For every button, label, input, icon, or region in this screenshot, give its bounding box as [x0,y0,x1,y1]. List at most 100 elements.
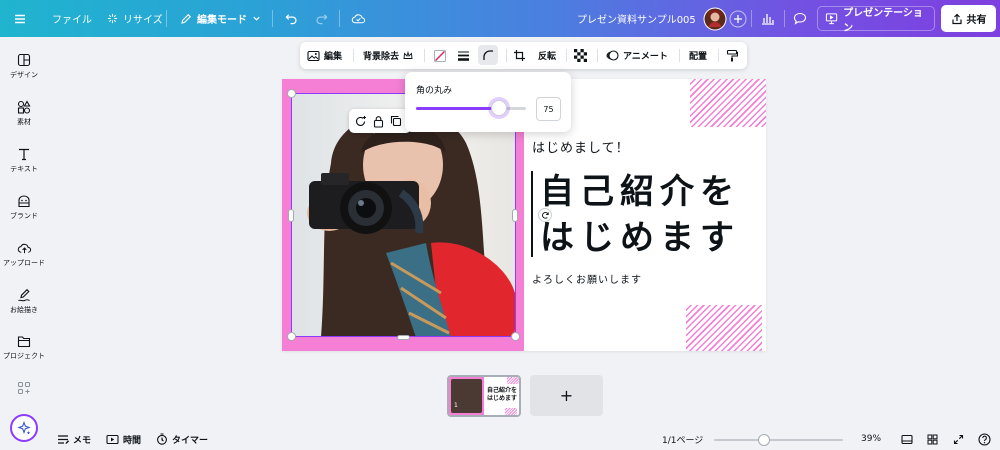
share-label: 共有 [966,15,987,26]
bg-remove-button[interactable]: 背景除去 [363,42,413,69]
resize-handle-left[interactable] [288,209,294,222]
resize-handle-bottom-right[interactable] [511,332,520,341]
corner-rounding-slider-fill [416,107,499,110]
insights-button[interactable] [761,0,775,37]
corner-rounding-popover: 角の丸み 75 [405,72,571,132]
help-icon [978,432,991,446]
presentation-icon [825,13,838,25]
page-count[interactable]: 1/1ページ [662,428,703,450]
sidebar-item-elements[interactable]: 素材 [0,100,48,144]
transparency-button[interactable] [574,42,587,69]
present-button[interactable]: プレゼンテーション [817,6,935,34]
timing-label: 時間 [123,435,142,446]
pages-view-button[interactable] [901,428,913,450]
position-label: 配置 [689,52,708,62]
paint-roller-icon [726,49,738,62]
divider [424,49,425,62]
notes-label: メモ [73,435,92,446]
zoom-level[interactable]: 39% [861,428,881,450]
edit-image-button[interactable]: 編集 [307,42,342,69]
border-style-button[interactable] [457,42,470,69]
text-cursor [531,171,533,257]
fullscreen-button[interactable] [953,428,964,450]
upload-icon [17,243,31,254]
position-button[interactable]: 配置 [689,42,707,69]
sidebar-item-projects[interactable]: プロジェクト [0,335,48,379]
fullscreen-icon [953,434,964,444]
undo-button[interactable] [285,0,298,37]
flip-label: 反転 [538,52,557,62]
resize-button[interactable]: リサイズ [107,0,163,37]
cloud-save-button[interactable] [351,0,366,37]
resize-handle-right[interactable] [512,209,518,222]
edit-image-label: 編集 [324,52,343,62]
thumb-title: 自己紹介を はじめます [487,387,517,403]
rotate-icon [541,211,549,219]
redo-button[interactable] [315,0,328,37]
divider [597,49,598,62]
divider [566,49,567,62]
sidebar-item-label: ブランド [10,212,38,220]
zoom-slider-thumb[interactable] [758,434,771,446]
sidebar-item-draw[interactable]: お絵描き [0,288,48,332]
edit-mode-button[interactable]: 編集モード [180,0,261,37]
ai-edit-icon[interactable] [354,115,367,128]
avatar[interactable] [703,0,727,37]
resize-handle-bottom[interactable] [397,335,410,340]
greeting-text[interactable]: はじめまして！ [532,137,630,156]
page-thumbnail-1[interactable]: 1 自己紹介を はじめます [447,375,521,417]
grid-view-button[interactable] [927,428,938,450]
sidebar-item-label: デザイン [10,71,38,79]
lock-icon[interactable] [373,115,384,128]
zoom-slider[interactable] [714,434,843,446]
add-page-button[interactable]: + [530,375,603,416]
file-menu[interactable]: ファイル [52,0,92,37]
decorative-stripes-top [690,79,766,127]
title-text[interactable]: 自己紹介を はじめます [540,169,740,261]
rotate-handle[interactable] [538,208,552,222]
document-title-text: プレゼン資料サンプル005 [577,15,696,26]
text-icon [19,148,29,161]
divider [339,10,340,27]
sidebar-item-upload[interactable]: アップロード [0,241,48,285]
help-button[interactable] [978,428,991,450]
resize-handle-top-left[interactable] [287,89,296,98]
divider [272,10,273,27]
comments-button[interactable] [793,0,807,37]
timing-button[interactable]: 時間 [106,428,141,450]
comment-icon [793,12,807,25]
resize-handle-bottom-left[interactable] [287,332,296,341]
animate-icon [606,50,619,61]
border-color-button[interactable] [433,42,447,69]
context-toolbar: 編集 背景除去 反転 アニメート 配置 [300,42,747,69]
duplicate-icon[interactable] [390,115,402,127]
copy-style-button[interactable] [726,42,738,69]
corner-rounding-button[interactable] [478,45,498,65]
corner-rounding-slider[interactable] [416,100,526,116]
timer-button[interactable]: タイマー [156,428,208,450]
divider [751,10,752,27]
corner-rounding-slider-thumb[interactable] [490,100,507,116]
redo-icon [316,14,328,25]
sidebar-item-text[interactable]: テキスト [0,147,48,191]
sidebar-item-brand[interactable]: ブランド [0,194,48,238]
page-count-text: 1/1ページ [662,435,704,446]
sidebar-item-design[interactable]: デザイン [0,53,48,97]
pencil-icon [181,13,192,24]
subtitle-text[interactable]: よろしくお願いします [532,271,642,286]
file-menu-label: ファイル [52,15,92,26]
crown-icon [403,51,413,59]
animate-button[interactable]: アニメート [606,42,668,69]
flip-button[interactable]: 反転 [538,42,556,69]
pages-icon [901,434,913,444]
timer-label: タイマー [172,435,209,446]
corner-rounding-value-input[interactable]: 75 [536,97,561,121]
grid-view-icon [927,434,938,444]
crop-button[interactable] [513,42,526,69]
menu-button[interactable] [14,0,26,37]
share-button[interactable]: 共有 [941,5,996,32]
notes-button[interactable]: メモ [57,428,91,450]
document-title[interactable]: プレゼン資料サンプル005 [577,0,696,37]
add-collaborator-button[interactable] [729,0,747,37]
sidebar-item-label: お絵描き [10,306,38,314]
